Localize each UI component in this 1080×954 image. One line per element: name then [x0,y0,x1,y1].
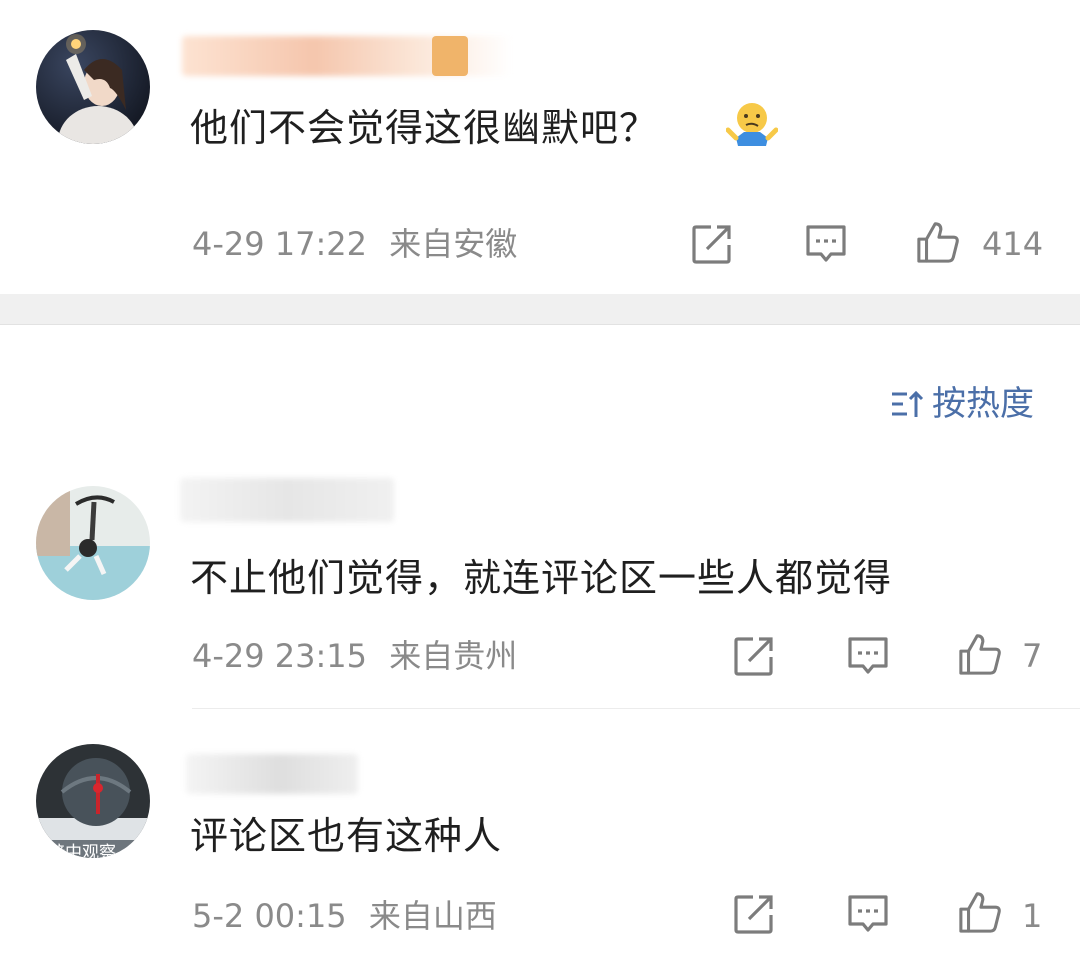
avatar[interactable] [36,30,150,144]
comment-location: 来自贵州 [389,637,518,675]
avatar[interactable]: 暗中观察 [36,744,150,858]
avatar-caption: 暗中观察 [48,843,116,858]
comment-item: 他们不会觉得这很幽默吧？ 4-29 17:22 来自安徽 414 [0,0,1080,294]
share-button[interactable] [732,634,776,678]
reply-button[interactable] [846,892,890,936]
share-icon [734,637,773,676]
share-icon [692,225,731,264]
user-badge [432,36,468,76]
comment-meta: 4-29 23:15 来自贵州 [192,636,517,676]
share-button[interactable] [732,892,776,936]
share-icon [734,895,773,934]
comment-text: 不止他们觉得，就连评论区一些人都觉得 [190,556,893,600]
comment-location: 来自安徽 [389,225,518,263]
comment-meta: 4-29 17:22 来自安徽 [192,224,517,264]
comment-item: 暗中观察 评论区也有这种人 5-2 00:15 来自山西 1 [0,720,1080,954]
share-button[interactable] [690,222,734,266]
comment-date: 5-2 00:15 [192,897,347,935]
thumbs-up-icon [917,222,959,263]
like-button[interactable] [916,220,960,264]
like-count: 7 [1022,637,1043,675]
comment-text: 评论区也有这种人 [190,814,503,858]
comment-text: 他们不会觉得这很幽默吧？ [190,106,659,150]
like-button[interactable] [958,632,1002,676]
comment-location: 来自山西 [368,897,497,935]
username[interactable] [180,478,394,522]
thumbs-up-icon [959,634,1001,675]
comment-item: 不止他们觉得，就连评论区一些人都觉得 4-29 23:15 来自贵州 7 [0,470,1080,710]
comment-meta: 5-2 00:15 来自山西 [192,896,497,936]
comment-divider [192,708,1080,709]
comment-icon [848,637,888,674]
thumbs-up-icon [959,892,1001,933]
section-separator [0,294,1080,325]
shrug-emoji-icon [726,103,778,146]
sort-icon [892,390,924,417]
reply-button[interactable] [846,634,890,678]
sort-label: 按热度 [932,384,1034,424]
comment-page: 他们不会觉得这很幽默吧？ 4-29 17:22 来自安徽 414 按热度 不止他… [0,0,1080,954]
comment-icon [848,895,888,932]
comment-date: 4-29 17:22 [192,225,368,263]
sort-toggle[interactable]: 按热度 [890,382,1034,426]
username[interactable] [186,754,358,794]
like-count: 1 [1022,897,1043,935]
like-button[interactable] [958,890,1002,934]
reply-button[interactable] [804,222,848,266]
like-count: 414 [982,225,1044,263]
comment-icon [806,225,846,262]
comment-date: 4-29 23:15 [192,637,368,675]
avatar[interactable] [36,486,150,600]
